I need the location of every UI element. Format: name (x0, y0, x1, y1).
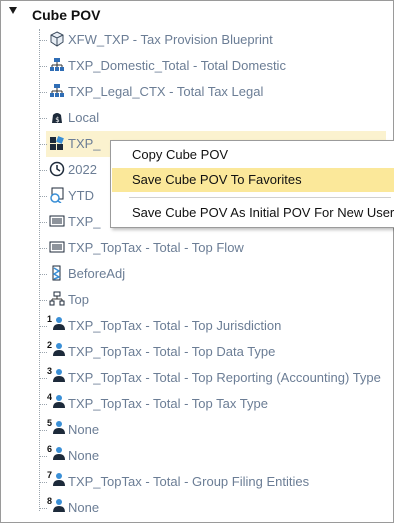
scenario-icon (50, 136, 64, 150)
tree-item-label: TXP_TopTax - Total - Top Reporting (Acco… (68, 370, 381, 385)
tree-item-label: 2022 (68, 162, 97, 177)
hierarchy-icon (50, 58, 64, 71)
tree-item-ud3[interactable]: 3 TXP_TopTax - Total - Top Reporting (Ac… (39, 365, 393, 391)
menu-item-label: Save Cube POV To Favorites (132, 172, 302, 187)
tree-item-label: TXP_TopTax - Total - Top Data Type (68, 344, 276, 359)
tree-item-cube[interactable]: XFW_TXP - Tax Provision Blueprint (39, 27, 393, 53)
tree-item-label: TXP_TopTax - Total - Top Flow (68, 240, 244, 255)
menu-item-label: Copy Cube POV (132, 147, 229, 162)
account-icon (49, 215, 65, 227)
tree-item-consolidation[interactable]: $ Local (39, 105, 393, 131)
tree-item-label: TXP_TopTax - Total - Group Filing Entiti… (68, 474, 310, 489)
tree-item-ud5[interactable]: 5 None (39, 417, 393, 443)
root-title: Cube POV (32, 7, 101, 23)
tree-item-label: TXP_ (68, 136, 101, 151)
cube-icon (50, 31, 64, 47)
ud-person-icon (53, 369, 65, 382)
menu-separator (129, 197, 391, 198)
tree-item-label: Top (68, 292, 89, 307)
ud-person-icon (53, 499, 65, 512)
tree-item-label: TXP_TopTax - Total - Top Tax Type (68, 396, 268, 411)
tree-item-label: XFW_TXP - Tax Provision Blueprint (68, 32, 273, 47)
tree-item-label: None (68, 448, 100, 463)
tree-item-ud8[interactable]: 8 None (39, 495, 393, 521)
hierarchy-icon (50, 84, 64, 97)
ud-person-icon (53, 473, 65, 486)
tree-item-ud4[interactable]: 4 TXP_TopTax - Total - Top Tax Type (39, 391, 393, 417)
menu-item-copy-cube-pov[interactable]: Copy Cube POV (112, 143, 394, 167)
tree-item-parent[interactable]: TXP_Legal_CTX - Total Tax Legal (39, 79, 393, 105)
clock-icon (49, 161, 65, 177)
ud-person-icon (53, 421, 65, 434)
flow-icon (49, 241, 65, 253)
tree-root-cube-pov[interactable]: Cube POV (1, 1, 393, 29)
tree-item-label: BeforeAdj (68, 266, 126, 281)
tree-item-label: TXP_ (68, 214, 101, 229)
origin-icon (52, 265, 61, 281)
tree-item-origin[interactable]: BeforeAdj (39, 261, 393, 287)
menu-item-save-to-favorites[interactable]: Save Cube POV To Favorites (112, 168, 394, 192)
ud-person-icon (53, 447, 65, 460)
ud-person-icon (53, 317, 65, 330)
tree-item-ud2[interactable]: 2 TXP_TopTax - Total - Top Data Type (39, 339, 393, 365)
tree-item-label: Local (68, 110, 100, 125)
svg-text:$: $ (55, 116, 59, 124)
context-menu: Copy Cube POV Save Cube POV To Favorites… (110, 140, 394, 228)
menu-item-label: Save Cube POV As Initial POV For New Use… (132, 205, 394, 220)
tree-item-label: None (68, 422, 100, 437)
collapse-arrow-icon[interactable] (9, 7, 17, 14)
tree-item-ud7[interactable]: 7 TXP_TopTax - Total - Group Filing Enti… (39, 469, 393, 495)
menu-item-save-initial-pov[interactable]: Save Cube POV As Initial POV For New Use… (112, 201, 394, 225)
tree-item-label: None (68, 500, 100, 515)
tree-item-label: TXP_TopTax - Total - Top Jurisdiction (68, 318, 282, 333)
tree-item-ud6[interactable]: 6 None (39, 443, 393, 469)
tree-item-entity[interactable]: TXP_Domestic_Total - Total Domestic (39, 53, 393, 79)
tree-item-label: TXP_Legal_CTX - Total Tax Legal (68, 84, 264, 99)
view-icon (50, 187, 64, 203)
currency-icon: $ (52, 113, 62, 124)
tree-item-ic[interactable]: Top (39, 287, 393, 313)
tree-item-ud1[interactable]: 1 TXP_TopTax - Total - Top Jurisdiction (39, 313, 393, 339)
tree-item-label: YTD (68, 188, 94, 203)
hierarchy-icon (49, 291, 65, 306)
ud-person-icon (53, 343, 65, 356)
ud-person-icon (53, 395, 65, 408)
tree-item-label: TXP_Domestic_Total - Total Domestic (68, 58, 286, 73)
cube-pov-panel: Cube POV XFW_TXP - Tax Provision Bluepri… (0, 0, 394, 523)
tree-item-flow[interactable]: TXP_TopTax - Total - Top Flow (39, 235, 393, 261)
